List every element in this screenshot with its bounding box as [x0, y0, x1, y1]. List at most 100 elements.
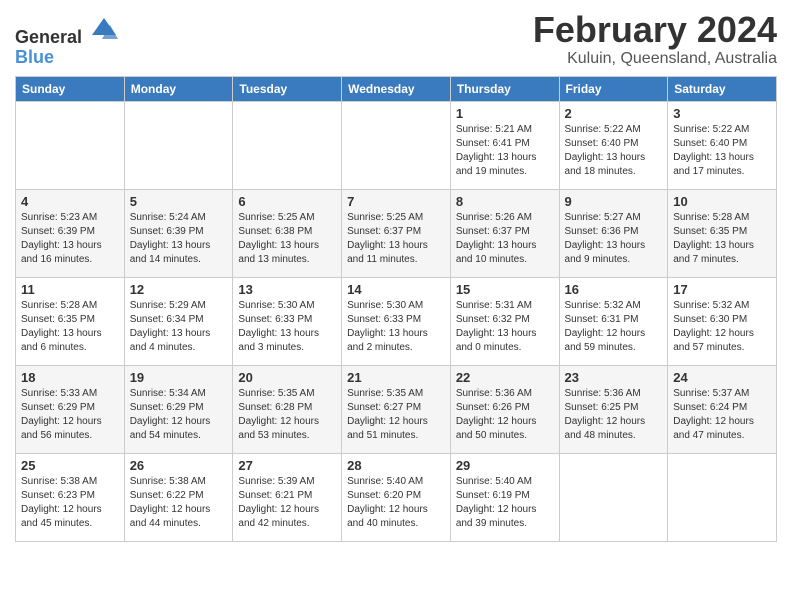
day-cell: 10 Sunrise: 5:28 AMSunset: 6:35 PMDayligh…: [668, 190, 777, 278]
week-row-3: 11 Sunrise: 5:28 AMSunset: 6:35 PMDayligh…: [16, 278, 777, 366]
day-cell: 27Sunrise: 5:39 AMSunset: 6:21 PMDayligh…: [233, 454, 342, 542]
day-number: 12: [130, 282, 228, 297]
day-info: Sunrise: 5:36 AMSunset: 6:25 PMDaylight:…: [565, 387, 663, 443]
day-info: Sunrise: 5:30 AMSunset: 6:33 PMDaylight:…: [238, 299, 336, 355]
day-info: Sunrise: 5:25 AMSunset: 6:38 PMDaylight:…: [238, 211, 336, 267]
day-cell: 4 Sunrise: 5:23 AMSunset: 6:39 PMDaylight…: [16, 190, 125, 278]
logo-general: General: [15, 27, 82, 47]
day-number: 15: [456, 282, 554, 297]
day-info: Sunrise: 5:32 AMSunset: 6:31 PMDaylight:…: [565, 299, 663, 355]
day-info: Sunrise: 5:28 AMSunset: 6:35 PMDaylight:…: [21, 299, 119, 355]
title-area: February 2024 Kuluin, Queensland, Austra…: [533, 10, 777, 68]
day-info: Sunrise: 5:34 AMSunset: 6:29 PMDaylight:…: [130, 387, 228, 443]
day-number: 22: [456, 370, 554, 385]
day-info: Sunrise: 5:37 AMSunset: 6:24 PMDaylight:…: [673, 387, 771, 443]
day-info: Sunrise: 5:29 AMSunset: 6:34 PMDaylight:…: [130, 299, 228, 355]
day-info: Sunrise: 5:22 AMSunset: 6:40 PMDaylight:…: [673, 123, 771, 179]
day-cell: 19 Sunrise: 5:34 AMSunset: 6:29 PMDayligh…: [124, 366, 233, 454]
day-header-wednesday: Wednesday: [342, 77, 451, 102]
day-number: 23: [565, 370, 663, 385]
day-cell: 5Sunrise: 5:24 AMSunset: 6:39 PMDaylight…: [124, 190, 233, 278]
day-info: Sunrise: 5:33 AMSunset: 6:29 PMDaylight:…: [21, 387, 119, 443]
day-cell: 13 Sunrise: 5:30 AMSunset: 6:33 PMDayligh…: [233, 278, 342, 366]
day-info: Sunrise: 5:31 AMSunset: 6:32 PMDaylight:…: [456, 299, 554, 355]
logo: General Blue: [15, 15, 118, 68]
day-cell: 2Sunrise: 5:22 AMSunset: 6:40 PMDaylight…: [559, 102, 668, 190]
day-info: Sunrise: 5:35 AMSunset: 6:28 PMDaylight:…: [238, 387, 336, 443]
day-cell: 8Sunrise: 5:26 AMSunset: 6:37 PMDaylight…: [450, 190, 559, 278]
header: General Blue February 2024 Kuluin, Queen…: [15, 10, 777, 68]
day-info: Sunrise: 5:40 AMSunset: 6:19 PMDaylight:…: [456, 475, 554, 531]
day-cell: 28 Sunrise: 5:40 AMSunset: 6:20 PMDayligh…: [342, 454, 451, 542]
day-cell: 22 Sunrise: 5:36 AMSunset: 6:26 PMDayligh…: [450, 366, 559, 454]
day-header-friday: Friday: [559, 77, 668, 102]
month-title: February 2024: [533, 10, 777, 50]
day-info: Sunrise: 5:25 AMSunset: 6:37 PMDaylight:…: [347, 211, 445, 267]
day-number: 16: [565, 282, 663, 297]
day-header-sunday: Sunday: [16, 77, 125, 102]
week-row-1: 1Sunrise: 5:21 AMSunset: 6:41 PMDaylight…: [16, 102, 777, 190]
day-number: 5: [130, 194, 228, 209]
day-cell: 3 Sunrise: 5:22 AMSunset: 6:40 PMDaylight…: [668, 102, 777, 190]
logo-blue: Blue: [15, 47, 54, 67]
day-number: 24: [673, 370, 771, 385]
day-number: 10: [673, 194, 771, 209]
week-row-2: 4 Sunrise: 5:23 AMSunset: 6:39 PMDaylight…: [16, 190, 777, 278]
day-info: Sunrise: 5:32 AMSunset: 6:30 PMDaylight:…: [673, 299, 771, 355]
logo-icon: [90, 15, 118, 43]
day-number: 29: [456, 458, 554, 473]
day-header-thursday: Thursday: [450, 77, 559, 102]
day-cell: 25 Sunrise: 5:38 AMSunset: 6:23 PMDayligh…: [16, 454, 125, 542]
day-cell: [342, 102, 451, 190]
day-info: Sunrise: 5:23 AMSunset: 6:39 PMDaylight:…: [21, 211, 119, 267]
day-cell: 17 Sunrise: 5:32 AMSunset: 6:30 PMDayligh…: [668, 278, 777, 366]
day-number: 4: [21, 194, 119, 209]
day-info: Sunrise: 5:28 AMSunset: 6:35 PMDaylight:…: [673, 211, 771, 267]
day-number: 21: [347, 370, 445, 385]
day-info: Sunrise: 5:22 AMSunset: 6:40 PMDaylight:…: [565, 123, 663, 179]
day-cell: 16 Sunrise: 5:32 AMSunset: 6:31 PMDayligh…: [559, 278, 668, 366]
day-info: Sunrise: 5:21 AMSunset: 6:41 PMDaylight:…: [456, 123, 554, 179]
day-number: 7: [347, 194, 445, 209]
day-cell: 26Sunrise: 5:38 AMSunset: 6:22 PMDayligh…: [124, 454, 233, 542]
day-cell: 20Sunrise: 5:35 AMSunset: 6:28 PMDayligh…: [233, 366, 342, 454]
day-cell: 23 Sunrise: 5:36 AMSunset: 6:25 PMDayligh…: [559, 366, 668, 454]
day-cell: [559, 454, 668, 542]
day-number: 6: [238, 194, 336, 209]
day-header-monday: Monday: [124, 77, 233, 102]
day-number: 17: [673, 282, 771, 297]
day-cell: [124, 102, 233, 190]
day-info: Sunrise: 5:35 AMSunset: 6:27 PMDaylight:…: [347, 387, 445, 443]
day-cell: 1Sunrise: 5:21 AMSunset: 6:41 PMDaylight…: [450, 102, 559, 190]
day-info: Sunrise: 5:38 AMSunset: 6:22 PMDaylight:…: [130, 475, 228, 531]
day-info: Sunrise: 5:40 AMSunset: 6:20 PMDaylight:…: [347, 475, 445, 531]
day-header-saturday: Saturday: [668, 77, 777, 102]
day-headers-row: SundayMondayTuesdayWednesdayThursdayFrid…: [16, 77, 777, 102]
day-number: 9: [565, 194, 663, 209]
day-info: Sunrise: 5:27 AMSunset: 6:36 PMDaylight:…: [565, 211, 663, 267]
day-number: 3: [673, 106, 771, 121]
day-cell: [16, 102, 125, 190]
day-number: 28: [347, 458, 445, 473]
day-info: Sunrise: 5:30 AMSunset: 6:33 PMDaylight:…: [347, 299, 445, 355]
day-number: 11: [21, 282, 119, 297]
day-cell: 12 Sunrise: 5:29 AMSunset: 6:34 PMDayligh…: [124, 278, 233, 366]
day-cell: 9 Sunrise: 5:27 AMSunset: 6:36 PMDaylight…: [559, 190, 668, 278]
day-info: Sunrise: 5:38 AMSunset: 6:23 PMDaylight:…: [21, 475, 119, 531]
day-cell: 18 Sunrise: 5:33 AMSunset: 6:29 PMDayligh…: [16, 366, 125, 454]
day-number: 13: [238, 282, 336, 297]
day-number: 25: [21, 458, 119, 473]
day-info: Sunrise: 5:26 AMSunset: 6:37 PMDaylight:…: [456, 211, 554, 267]
day-number: 19: [130, 370, 228, 385]
week-row-5: 25 Sunrise: 5:38 AMSunset: 6:23 PMDayligh…: [16, 454, 777, 542]
day-cell: 24 Sunrise: 5:37 AMSunset: 6:24 PMDayligh…: [668, 366, 777, 454]
day-cell: 15 Sunrise: 5:31 AMSunset: 6:32 PMDayligh…: [450, 278, 559, 366]
day-cell: 29 Sunrise: 5:40 AMSunset: 6:19 PMDayligh…: [450, 454, 559, 542]
day-number: 18: [21, 370, 119, 385]
day-number: 27: [238, 458, 336, 473]
day-header-tuesday: Tuesday: [233, 77, 342, 102]
day-cell: 11 Sunrise: 5:28 AMSunset: 6:35 PMDayligh…: [16, 278, 125, 366]
day-info: Sunrise: 5:36 AMSunset: 6:26 PMDaylight:…: [456, 387, 554, 443]
day-cell: 21 Sunrise: 5:35 AMSunset: 6:27 PMDayligh…: [342, 366, 451, 454]
day-cell: [668, 454, 777, 542]
